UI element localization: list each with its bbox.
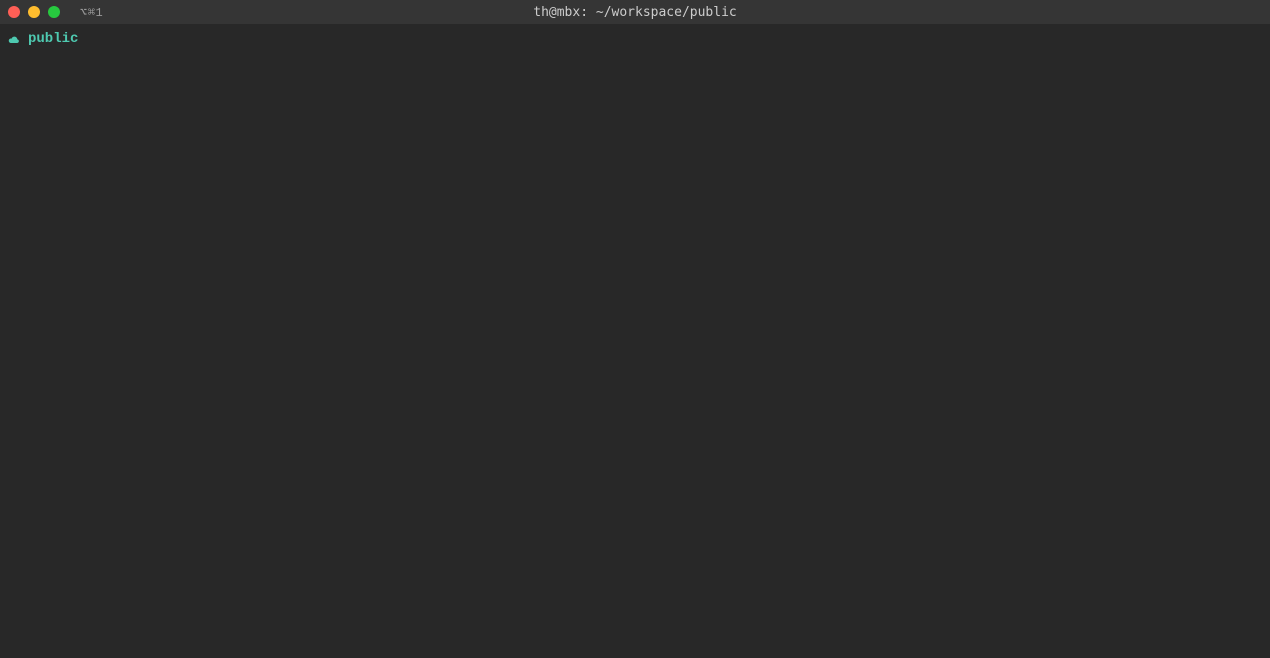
window-title: th@mbx: ~/workspace/public: [533, 5, 737, 20]
prompt-directory: public: [28, 30, 78, 50]
terminal-body[interactable]: public: [0, 24, 1270, 658]
minimize-button[interactable]: [28, 6, 40, 18]
maximize-button[interactable]: [48, 6, 60, 18]
window-titlebar: ⌥⌘1 th@mbx: ~/workspace/public: [0, 0, 1270, 24]
tab-shortcut-indicator: ⌥⌘1: [80, 5, 103, 20]
close-button[interactable]: [8, 6, 20, 18]
traffic-lights: [8, 6, 60, 18]
cloud-icon: [8, 35, 20, 45]
prompt-line: public: [8, 30, 1262, 50]
